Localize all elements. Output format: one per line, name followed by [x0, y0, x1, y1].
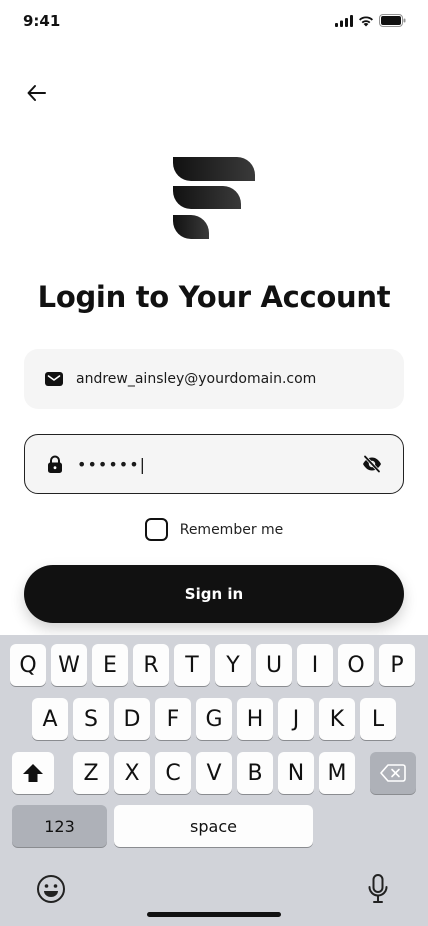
arrow-left-icon: [27, 85, 46, 101]
sign-in-button[interactable]: Sign in: [24, 565, 404, 623]
key-l[interactable]: L: [360, 698, 396, 740]
back-button[interactable]: [22, 78, 52, 108]
key-d[interactable]: D: [114, 698, 150, 740]
page-title: Login to Your Account: [37, 280, 391, 314]
microphone-button[interactable]: [366, 873, 390, 905]
key-b[interactable]: B: [237, 752, 273, 794]
remember-checkbox[interactable]: [144, 518, 168, 541]
email-field[interactable]: [24, 349, 404, 409]
key-e[interactable]: E: [92, 644, 128, 686]
keyboard-row-2: ASDFGHJKL: [0, 698, 428, 740]
key-f[interactable]: F: [155, 698, 191, 740]
microphone-icon: [368, 874, 388, 903]
wifi-icon: [359, 15, 373, 26]
status-icons: [335, 14, 406, 27]
key-n[interactable]: N: [278, 752, 314, 794]
shift-key[interactable]: [12, 752, 54, 794]
keyboard-row-3: ZXCVBNM: [0, 752, 428, 794]
status-bar: 9:41: [0, 0, 428, 44]
signal-icon: [335, 14, 353, 27]
key-a[interactable]: A: [32, 698, 68, 740]
key-h[interactable]: H: [237, 698, 273, 740]
key-v[interactable]: V: [196, 752, 232, 794]
key-t[interactable]: T: [174, 644, 210, 686]
mail-icon: [44, 369, 64, 389]
key-y[interactable]: Y: [215, 644, 251, 686]
emoji-button[interactable]: [35, 873, 67, 905]
password-input[interactable]: [77, 435, 361, 493]
key-m[interactable]: M: [319, 752, 355, 794]
key-j[interactable]: J: [278, 698, 314, 740]
keyboard-row-1: QWERTYUIOP: [0, 644, 428, 686]
key-z[interactable]: Z: [73, 752, 109, 794]
status-time: 9:41: [23, 12, 61, 30]
space-key[interactable]: space: [114, 805, 313, 847]
home-indicator: [147, 912, 281, 917]
emoji-icon: [37, 875, 65, 903]
numbers-key[interactable]: 123: [12, 805, 107, 847]
key-p[interactable]: P: [379, 644, 415, 686]
battery-icon: [379, 14, 406, 27]
key-s[interactable]: S: [73, 698, 109, 740]
brand-logo-icon: [173, 157, 255, 239]
email-input[interactable]: [76, 349, 384, 409]
shift-icon: [23, 764, 43, 782]
keyboard: QWERTYUIOP ASDFGHJKL ZXCVBNM 123 space: [0, 635, 428, 926]
remember-me: Remember me: [0, 518, 428, 541]
key-g[interactable]: G: [196, 698, 232, 740]
key-x[interactable]: X: [114, 752, 150, 794]
eye-off-icon[interactable]: [361, 453, 383, 475]
key-c[interactable]: C: [155, 752, 191, 794]
key-k[interactable]: K: [319, 698, 355, 740]
key-o[interactable]: O: [338, 644, 374, 686]
key-q[interactable]: Q: [10, 644, 46, 686]
key-w[interactable]: W: [51, 644, 87, 686]
backspace-icon: [380, 764, 406, 782]
delete-key[interactable]: [370, 752, 416, 794]
remember-label: Remember me: [179, 521, 284, 538]
key-r[interactable]: R: [133, 644, 169, 686]
key-i[interactable]: I: [297, 644, 333, 686]
lock-icon: [45, 454, 65, 474]
keyboard-row-4: 123 space: [0, 805, 428, 847]
key-u[interactable]: U: [256, 644, 292, 686]
password-field[interactable]: [24, 434, 404, 494]
